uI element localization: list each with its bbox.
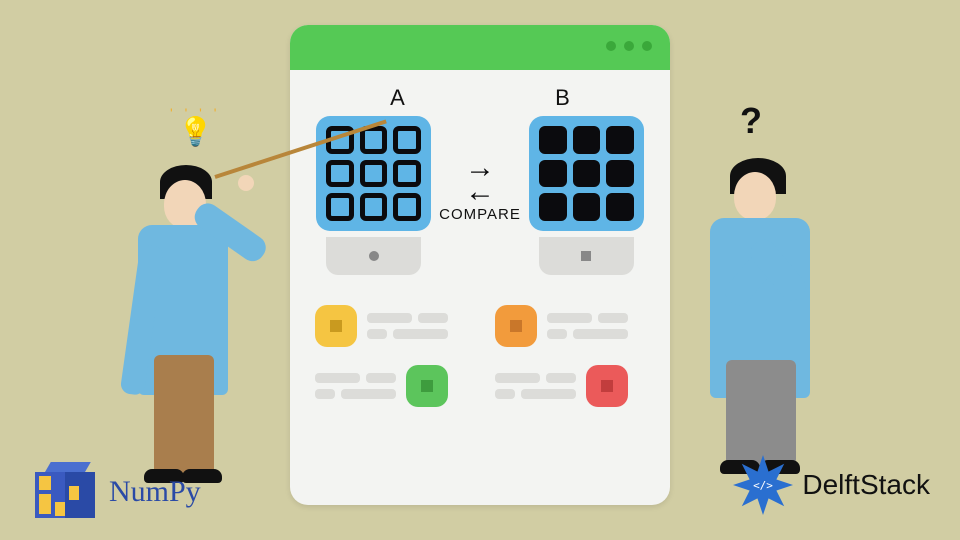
matrix-cell [326,193,354,221]
matrix-cell [393,160,421,188]
delftstack-text: DelftStack [802,469,930,501]
app-window: A B → ← COMP [290,25,670,505]
delftstack-logo: </> DelftStack [730,452,930,518]
compare-label: COMPARE [439,206,521,223]
result-bars [367,313,448,339]
result-bars [547,313,628,339]
matrix-cell [606,193,634,221]
matrix-cell [326,160,354,188]
result-item-green [315,365,465,407]
matrix-a [316,116,431,231]
matrix-cell [360,193,388,221]
matrix-cell [539,126,567,154]
results-grid [315,305,645,407]
matrix-cell [539,193,567,221]
result-bars [315,373,396,399]
window-dot[interactable] [642,41,652,51]
matrix-cell [539,160,567,188]
matrix-cell [606,160,634,188]
window-dot[interactable] [624,41,634,51]
numpy-logo: NumPy [35,462,201,522]
result-bars [495,373,576,399]
lightbulb-icon: 💡 [178,115,213,148]
matrix-cell [393,193,421,221]
matrix-cell [606,126,634,154]
thinker-illustration: ? [680,120,850,490]
badge-green [406,365,448,407]
window-titlebar [290,25,670,70]
matrix-a-label: A [390,85,405,111]
matrix-b-card [529,116,644,275]
compare-arrows: → ← COMPARE [439,156,521,223]
question-mark-icon: ? [740,100,762,142]
matrix-b-pedestal [539,237,634,275]
badge-yellow [315,305,357,347]
window-dot[interactable] [606,41,616,51]
badge-red [586,365,628,407]
result-item-orange [495,305,645,347]
circle-icon [369,251,379,261]
teacher-illustration: ' ' ' ' 💡 [120,125,310,495]
numpy-text: NumPy [109,475,201,509]
matrix-cell [573,126,601,154]
matrix-cell [360,160,388,188]
matrix-b-label: B [555,85,570,111]
window-controls[interactable] [606,41,652,51]
result-item-yellow [315,305,465,347]
arrow-left-icon: ← [465,180,495,204]
matrix-cell [573,160,601,188]
matrix-cell [573,193,601,221]
window-content: A B → ← COMP [290,70,670,427]
matrix-cell [393,126,421,154]
svg-text:</>: </> [753,479,773,492]
result-item-red [495,365,645,407]
matrix-b [529,116,644,231]
square-icon [581,251,591,261]
numpy-cube-icon [35,462,95,522]
matrix-a-pedestal [326,237,421,275]
badge-orange [495,305,537,347]
delftstack-mandala-icon: </> [730,452,796,518]
